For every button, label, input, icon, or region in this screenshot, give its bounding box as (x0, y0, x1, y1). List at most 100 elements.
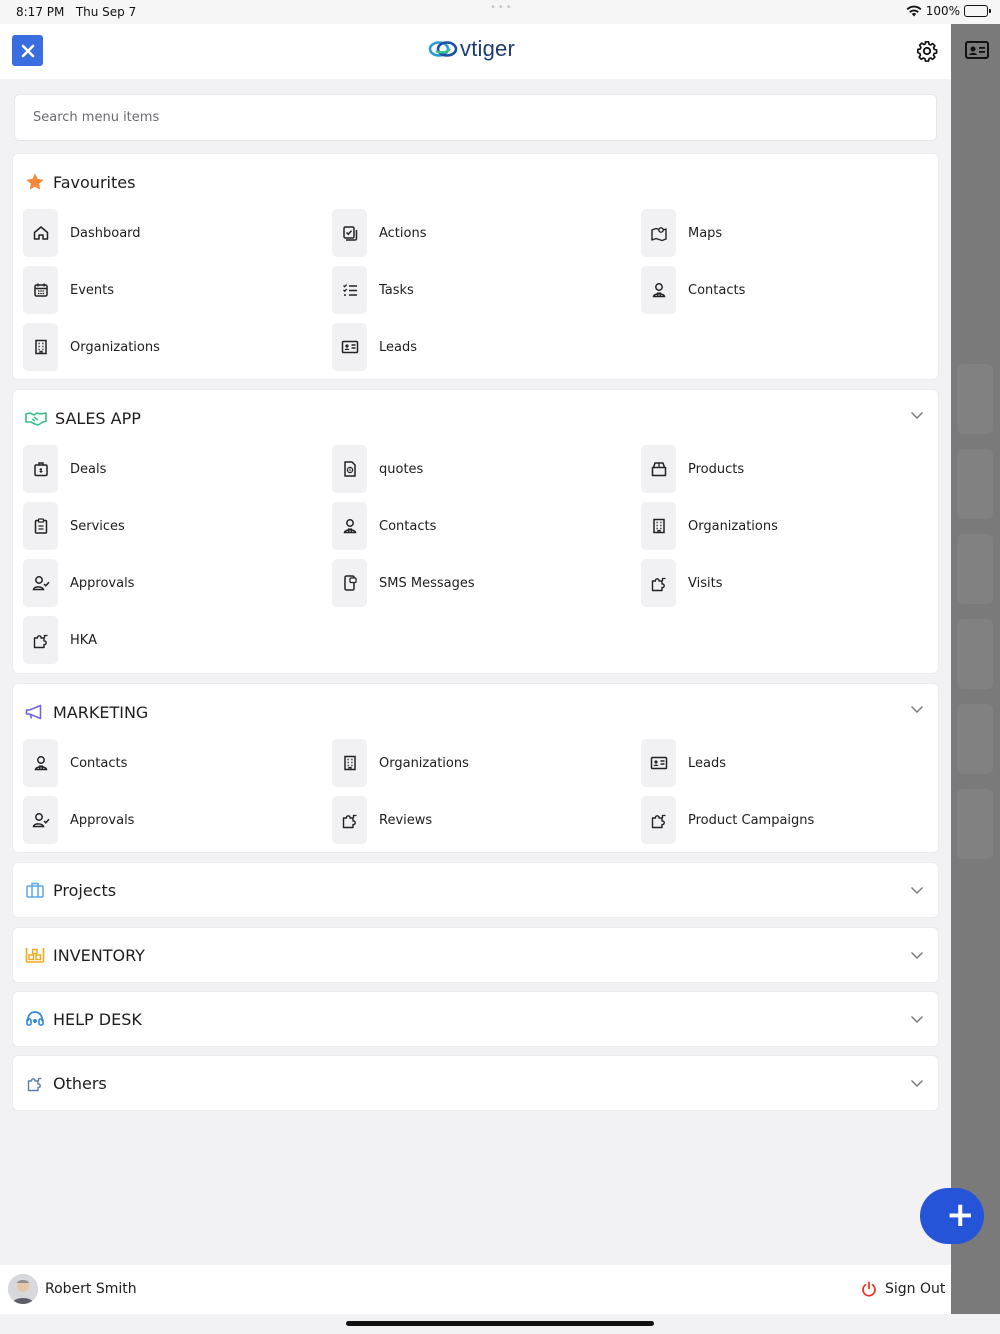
menu-item-product-campaigns[interactable]: Product Campaigns (641, 796, 814, 844)
menu-item-hka[interactable]: HKA (23, 616, 97, 664)
megaphone-icon (25, 704, 42, 720)
user-avatar-icon (8, 1274, 38, 1304)
menu-item-products[interactable]: Products (641, 445, 744, 493)
menu-item-approvals[interactable]: Approvals (23, 559, 134, 607)
projects-header: Projects (25, 880, 116, 900)
logo-text: vtiger (460, 36, 515, 61)
chevron-down-icon[interactable] (910, 1014, 924, 1024)
menu-item-label: Dashboard (70, 225, 141, 241)
menu-item-label: HKA (70, 632, 97, 648)
background-card (957, 704, 993, 774)
sales-app-header[interactable]: SALES APP (25, 408, 141, 428)
puzzle-icon (651, 577, 665, 592)
top-bar: vtiger (0, 24, 951, 79)
menu-item-tasks[interactable]: Tasks (332, 266, 414, 314)
tile (23, 616, 58, 664)
sms-icon (343, 575, 357, 591)
status-right: 100% (906, 4, 991, 18)
tile (23, 502, 58, 550)
menu-item-organizations[interactable]: Organizations (641, 502, 778, 550)
tile (23, 266, 58, 314)
menu-item-dashboard[interactable]: Dashboard (23, 209, 141, 257)
battery-percent: 100% (925, 4, 960, 18)
menu-item-sms-messages[interactable]: SMS Messages (332, 559, 475, 607)
favourites-section: Favourites Dashboard Actions Maps Events… (13, 154, 938, 379)
marketing-section: MARKETING Contacts Organizations Leads A… (13, 684, 938, 852)
background-overlay[interactable] (951, 24, 1000, 1314)
background-card (957, 789, 993, 859)
tile (23, 796, 58, 844)
handshake-icon (25, 412, 47, 426)
menu-item-actions[interactable]: Actions (332, 209, 427, 257)
drawer-footer: Robert Smith Sign Out (0, 1265, 951, 1314)
help-desk-section[interactable]: HELP DESK (13, 992, 938, 1046)
tile (23, 445, 58, 493)
others-section[interactable]: Others (13, 1056, 938, 1110)
section-title: HELP DESK (53, 1009, 142, 1029)
tile (641, 209, 676, 257)
menu-item-label: Organizations (379, 755, 469, 771)
tile (332, 559, 367, 607)
search-input[interactable] (15, 95, 936, 140)
sign-out-button[interactable]: Sign Out (861, 1281, 945, 1297)
chevron-down-icon[interactable] (910, 885, 924, 895)
status-bar: 8:17 PM Thu Sep 7 ••• 100% (0, 0, 1000, 24)
menu-item-label: Events (70, 282, 115, 298)
menu-item-label: Leads (379, 339, 418, 355)
search-box (14, 94, 937, 141)
menu-item-label: Contacts (688, 282, 746, 298)
menu-item-quotes[interactable]: quotes (332, 445, 423, 493)
projects-icon (26, 882, 44, 898)
add-fab-button[interactable]: + (920, 1188, 984, 1244)
chevron-down-icon[interactable] (910, 950, 924, 960)
tile (332, 209, 367, 257)
menu-item-leads[interactable]: Leads (332, 323, 417, 371)
contact-icon (343, 519, 356, 534)
menu-item-contacts[interactable]: Contacts (332, 502, 436, 550)
gear-icon[interactable] (916, 40, 938, 62)
inventory-section[interactable]: INVENTORY (13, 928, 938, 982)
menu-item-contacts[interactable]: Contacts (23, 739, 127, 787)
help-desk-header: HELP DESK (25, 1009, 142, 1029)
menu-item-organizations[interactable]: Organizations (332, 739, 469, 787)
menu-item-contacts[interactable]: Contacts (641, 266, 745, 314)
tile (332, 266, 367, 314)
menu-item-events[interactable]: Events (23, 266, 114, 314)
menu-item-maps[interactable]: Maps (641, 209, 722, 257)
menu-item-organizations[interactable]: Organizations (23, 323, 160, 371)
section-title: Favourites (53, 172, 136, 192)
projects-section[interactable]: Projects (13, 863, 938, 917)
section-title: Others (53, 1073, 107, 1093)
chevron-down-icon[interactable] (910, 704, 924, 714)
tile (332, 445, 367, 493)
sales-app-section: SALES APP Deals quotes Products Services… (13, 390, 938, 673)
menu-item-deals[interactable]: Deals (23, 445, 106, 493)
chevron-down-icon[interactable] (910, 1078, 924, 1088)
tile (23, 739, 58, 787)
menu-item-label: Maps (688, 225, 723, 241)
menu-item-services[interactable]: Services (23, 502, 125, 550)
menu-item-reviews[interactable]: Reviews (332, 796, 432, 844)
menu-item-label: Visits (688, 575, 723, 591)
favourites-header: Favourites (25, 172, 135, 192)
menu-item-leads[interactable]: Leads (641, 739, 726, 787)
map-icon (650, 227, 667, 242)
menu-item-visits[interactable]: Visits (641, 559, 722, 607)
marketing-header[interactable]: MARKETING (25, 702, 148, 722)
tile (332, 323, 367, 371)
menu-item-approvals[interactable]: Approvals (23, 796, 134, 844)
tile (641, 559, 676, 607)
task-list-icon (342, 284, 357, 296)
tile (23, 323, 58, 371)
menu-item-label: Organizations (688, 518, 778, 534)
section-title: Projects (53, 880, 117, 900)
close-button[interactable] (12, 35, 43, 66)
menu-item-label: Contacts (70, 755, 128, 771)
chevron-down-icon[interactable] (910, 410, 924, 420)
tile (332, 739, 367, 787)
avatar[interactable] (8, 1274, 38, 1304)
id-card-icon[interactable] (965, 40, 989, 60)
star-icon (26, 173, 44, 190)
building-icon (652, 518, 665, 534)
home-icon (33, 226, 48, 240)
